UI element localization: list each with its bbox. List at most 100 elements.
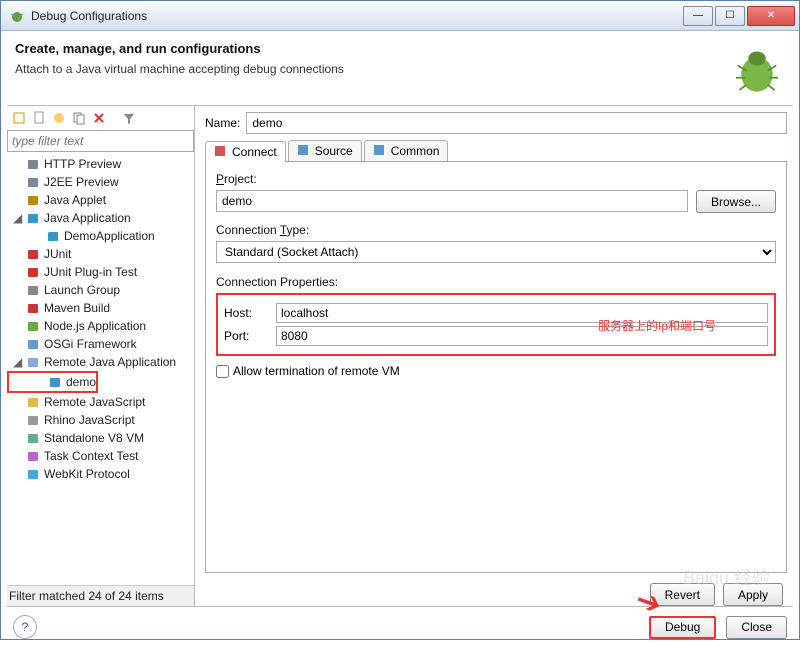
filter-box [7, 130, 194, 153]
debug-button[interactable]: Debug [649, 616, 716, 639]
dialog-footer: ? Debug Close Baidu 经验 [1, 607, 799, 647]
remote-icon [25, 354, 41, 370]
new-prototype-icon[interactable] [31, 110, 47, 126]
config-detail-panel: Name: Connect Source Common Project: Brows… [195, 106, 793, 606]
allow-termination-checkbox[interactable] [216, 365, 229, 378]
header-title: Create, manage, and run configurations [15, 41, 729, 56]
tree-item-webkit-protocol[interactable]: WebKit Protocol [7, 465, 194, 483]
connection-props-label: Connection Properties: [216, 275, 776, 289]
tree-item-demo[interactable]: demo [9, 373, 96, 391]
tree-item-maven-build[interactable]: Maven Build [7, 299, 194, 317]
filter-icon[interactable] [121, 110, 137, 126]
tree-item-label: demo [66, 375, 96, 389]
tree-item-demoapplication[interactable]: DemoApplication [7, 227, 194, 245]
connection-type-select[interactable]: Standard (Socket Attach) [216, 241, 776, 263]
duplicate-icon[interactable] [71, 110, 87, 126]
host-label: Host: [224, 306, 272, 320]
tab-connect[interactable]: Connect [205, 141, 286, 162]
tree-item-label: JUnit Plug-in Test [44, 265, 137, 279]
port-label: Port: [224, 329, 272, 343]
group-icon [25, 282, 41, 298]
tree-item-label: WebKit Protocol [44, 467, 130, 481]
connect-tab-pane: Project: Browse... Connection Type: Stan… [205, 162, 787, 573]
tree-item-node-js-application[interactable]: Node.js Application [7, 317, 194, 335]
tree-item-remote-java-application[interactable]: ◢Remote Java Application [7, 353, 194, 371]
delete-icon[interactable] [91, 110, 107, 126]
tree-item-label: Remote Java Application [44, 355, 176, 369]
maven-icon [25, 300, 41, 316]
host-input[interactable] [276, 303, 768, 323]
junit-icon [25, 246, 41, 262]
window-titlebar: Debug Configurations — ☐ ✕ [1, 1, 799, 31]
webkit-icon [25, 466, 41, 482]
source-icon [297, 144, 311, 158]
export-icon[interactable] [51, 110, 67, 126]
close-button[interactable]: Close [726, 616, 787, 639]
tab-label: Common [391, 144, 440, 158]
tree-item-http-preview[interactable]: HTTP Preview [7, 155, 194, 173]
config-tree[interactable]: HTTP Preview J2EE Preview Java Applet ◢Java… [7, 153, 194, 585]
tree-item-label: Java Application [44, 211, 131, 225]
tree-item-task-context-test[interactable]: Task Context Test [7, 447, 194, 465]
tree-item-label: DemoApplication [64, 229, 155, 243]
tree-item-label: Node.js Application [44, 319, 146, 333]
applet-icon [25, 192, 41, 208]
tree-item-osgi-framework[interactable]: OSGi Framework [7, 335, 194, 353]
name-label: Name: [205, 116, 240, 130]
minimize-button[interactable]: — [683, 6, 713, 26]
task-icon [25, 448, 41, 464]
osgi-icon [25, 336, 41, 352]
config-tree-panel: HTTP Preview J2EE Preview Java Applet ◢Java… [7, 106, 195, 606]
rhino-icon [25, 412, 41, 428]
project-input[interactable] [216, 190, 688, 212]
junit-icon [25, 264, 41, 280]
tree-item-label: JUnit [44, 247, 71, 261]
allow-termination-label: Allow termination of remote VM [233, 364, 400, 378]
common-icon [373, 144, 387, 158]
tab-bar: Connect Source Common [205, 140, 787, 162]
tree-item-label: Launch Group [44, 283, 120, 297]
java-icon [45, 228, 61, 244]
tree-item-standalone-v8-vm[interactable]: Standalone V8 VM [7, 429, 194, 447]
tab-label: Connect [232, 145, 277, 159]
window-title: Debug Configurations [31, 9, 681, 23]
port-input[interactable] [276, 326, 768, 346]
header-bug-icon [729, 41, 785, 97]
tree-item-rhino-javascript[interactable]: Rhino JavaScript [7, 411, 194, 429]
revert-button[interactable]: Revert [650, 583, 715, 606]
tree-item-launch-group[interactable]: Launch Group [7, 281, 194, 299]
tab-source[interactable]: Source [288, 140, 362, 161]
js-icon [25, 394, 41, 410]
filter-status: Filter matched 24 of 24 items [7, 585, 194, 606]
tree-toolbar [7, 106, 194, 130]
name-input[interactable] [246, 112, 787, 134]
tab-label: Source [315, 144, 353, 158]
tree-item-java-applet[interactable]: Java Applet [7, 191, 194, 209]
tree-item-remote-javascript[interactable]: Remote JavaScript [7, 393, 194, 411]
filter-input[interactable] [7, 130, 194, 152]
tree-item-label: OSGi Framework [44, 337, 137, 351]
browse-button[interactable]: Browse... [696, 190, 776, 213]
tree-item-junit[interactable]: JUnit [7, 245, 194, 263]
java-icon [47, 374, 63, 390]
tree-item-label: Standalone V8 VM [44, 431, 144, 445]
new-config-icon[interactable] [11, 110, 27, 126]
tree-item-label: Task Context Test [44, 449, 139, 463]
project-label: Project: [216, 172, 776, 186]
header-subtitle: Attach to a Java virtual machine accepti… [15, 62, 729, 76]
tree-item-label: Remote JavaScript [44, 395, 145, 409]
tree-item-label: Java Applet [44, 193, 106, 207]
connection-props-box: Host: Port: 服务器上的Ip和端口号 [216, 293, 776, 356]
v8-icon [25, 430, 41, 446]
help-icon[interactable]: ? [13, 615, 37, 639]
apply-button[interactable]: Apply [723, 583, 783, 606]
tree-item-j2ee-preview[interactable]: J2EE Preview [7, 173, 194, 191]
tab-common[interactable]: Common [364, 140, 449, 161]
tree-item-java-application[interactable]: ◢Java Application [7, 209, 194, 227]
dialog-header: Create, manage, and run configurations A… [1, 31, 799, 105]
maximize-button[interactable]: ☐ [715, 6, 745, 26]
tree-item-junit-plug-in-test[interactable]: JUnit Plug-in Test [7, 263, 194, 281]
close-window-button[interactable]: ✕ [747, 6, 795, 26]
java-icon [25, 210, 41, 226]
tree-item-label: J2EE Preview [44, 175, 119, 189]
